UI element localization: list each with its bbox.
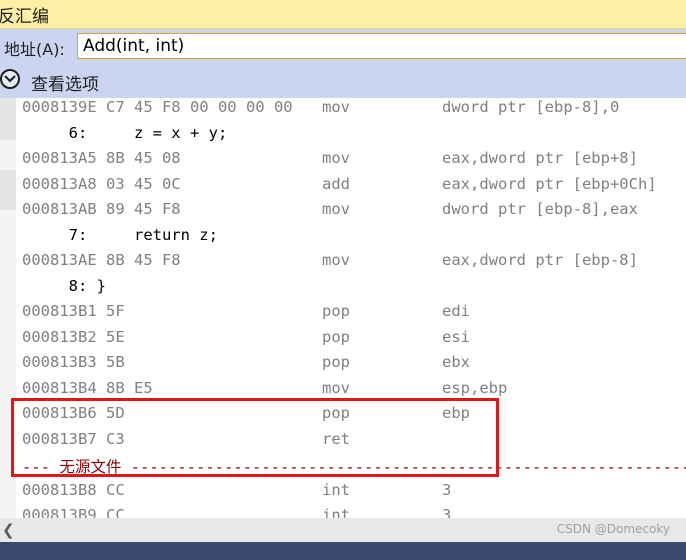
instruction-operands: esp,ebp xyxy=(442,378,508,397)
instruction-operands: 3 xyxy=(442,480,452,499)
instruction-opcode: mov xyxy=(322,149,350,167)
view-options-label: 查看选项 xyxy=(31,75,99,95)
instruction-address: 000813A5 8B 45 08 xyxy=(22,149,181,167)
instruction-opcode: mov xyxy=(322,251,350,269)
instruction-operands: ebx xyxy=(442,353,470,371)
instruction-address: 000813B3 5B xyxy=(22,353,125,371)
instruction-opcode: mov xyxy=(322,200,350,218)
instruction-operands: 3 xyxy=(442,506,452,518)
gutter-band xyxy=(0,170,16,210)
instruction-operands: edi xyxy=(442,302,470,320)
disassembly-view[interactable]: 0008139E C7 45 F8 00 00 00 00 mov dword pt… xyxy=(0,98,686,518)
instruction-address: 000813B2 5E xyxy=(22,327,125,346)
instruction-operands: eax,dword ptr [ebp-8] xyxy=(442,251,638,269)
chevron-down-icon[interactable] xyxy=(0,69,20,89)
instruction-opcode: mov xyxy=(322,98,350,116)
address-bar: 地址(A): Add(int, int) xyxy=(0,29,686,64)
instruction-address: 000813AB 89 45 F8 xyxy=(22,200,181,218)
view-options-bar[interactable]: 查看选项 xyxy=(0,64,686,98)
instruction-operands: dword ptr [ebp-8],eax xyxy=(442,200,638,218)
window-title: 反汇编 xyxy=(0,7,49,27)
source-text: 6: z = x + y; xyxy=(22,123,228,142)
instruction-operands: eax,dword ptr [ebp+8] xyxy=(442,149,638,167)
instruction-address: 000813B9 CC xyxy=(22,506,125,518)
status-bar xyxy=(0,542,686,560)
instruction-opcode: int xyxy=(322,480,350,499)
instruction-operands: dword ptr [ebp-8],0 xyxy=(442,98,620,116)
instruction-opcode: pop xyxy=(322,327,350,346)
instruction-operands: eax,dword ptr [ebp+0Ch] xyxy=(442,174,657,193)
source-text: 8: } xyxy=(22,276,106,295)
instruction-address: 000813A8 03 45 0C xyxy=(22,174,181,193)
horizontal-scrollbar[interactable]: ❮ CSDN @Domecoky xyxy=(0,518,686,542)
instruction-opcode: add xyxy=(322,174,350,193)
source-text: 7: return z; xyxy=(22,225,218,244)
instruction-opcode: pop xyxy=(322,353,350,371)
watermark: CSDN @Domecoky xyxy=(556,522,670,536)
instruction-address: 000813B8 CC xyxy=(22,480,125,499)
instruction-address: 000813AE 8B 45 F8 xyxy=(22,251,181,269)
highlight-box xyxy=(11,398,499,477)
instruction-opcode: mov xyxy=(322,378,350,397)
instruction-opcode: pop xyxy=(322,302,350,320)
instruction-address: 0008139E C7 45 F8 00 00 00 00 xyxy=(22,98,293,116)
instruction-operands: esi xyxy=(442,327,470,346)
address-input[interactable]: Add(int, int) xyxy=(77,33,686,59)
instruction-address: 000813B1 5F xyxy=(22,302,125,320)
instruction-address: 000813B4 8B E5 xyxy=(22,378,153,397)
window-title-bar: 反汇编 xyxy=(0,0,686,29)
gutter-band xyxy=(0,98,16,140)
address-label: 地址(A): xyxy=(4,40,65,59)
chevron-left-icon[interactable]: ❮ xyxy=(2,521,15,539)
instruction-opcode: int xyxy=(322,506,350,518)
